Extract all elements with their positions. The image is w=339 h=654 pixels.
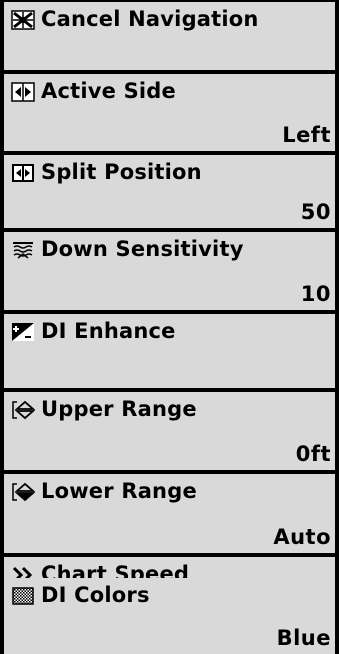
- menu-item-lower-range[interactable]: Lower Range Auto: [4, 474, 335, 553]
- menu-item-split-position[interactable]: Split Position 50: [4, 155, 335, 228]
- menu-item-label: Active Side: [41, 79, 176, 103]
- palette-icon: [11, 586, 35, 606]
- menu-item-label: DI Enhance: [41, 319, 176, 343]
- menu-item-label: Lower Range: [41, 479, 197, 503]
- menu-item-value: 10: [300, 282, 331, 306]
- menu-item-active-side[interactable]: Active Side Left: [4, 74, 335, 151]
- enhance-icon: [11, 322, 35, 342]
- lower-range-icon: [11, 482, 35, 502]
- menu-item-label: DI Colors: [41, 583, 150, 607]
- menu-item-value: 50: [300, 200, 331, 224]
- menu-item-label: Cancel Navigation: [41, 7, 259, 31]
- split-position-icon: [11, 163, 35, 183]
- menu-item-down-sensitivity[interactable]: Down Sensitivity 10: [4, 232, 335, 310]
- menu-panel: Cancel Navigation Active Side Left Split: [0, 0, 339, 654]
- sensitivity-icon: [11, 240, 35, 260]
- menu-item-label: Down Sensitivity: [41, 237, 244, 261]
- menu-item-di-enhance[interactable]: DI Enhance: [4, 314, 335, 388]
- menu-item-value: Left: [282, 123, 331, 147]
- menu-item-value: Blue: [276, 626, 331, 650]
- active-side-icon: [11, 82, 35, 102]
- menu-item-cancel-navigation[interactable]: Cancel Navigation: [4, 2, 335, 70]
- menu-item-value: 0ft: [295, 442, 331, 466]
- menu-item-label: Upper Range: [41, 397, 197, 421]
- cancel-navigation-icon: [11, 10, 35, 30]
- menu-item-label: Split Position: [41, 160, 202, 184]
- upper-range-icon: [11, 400, 35, 420]
- menu-item-upper-range[interactable]: Upper Range 0ft: [4, 392, 335, 470]
- menu-item-value: Auto: [273, 525, 331, 549]
- menu-item-di-colors[interactable]: DI Colors Blue: [4, 578, 335, 654]
